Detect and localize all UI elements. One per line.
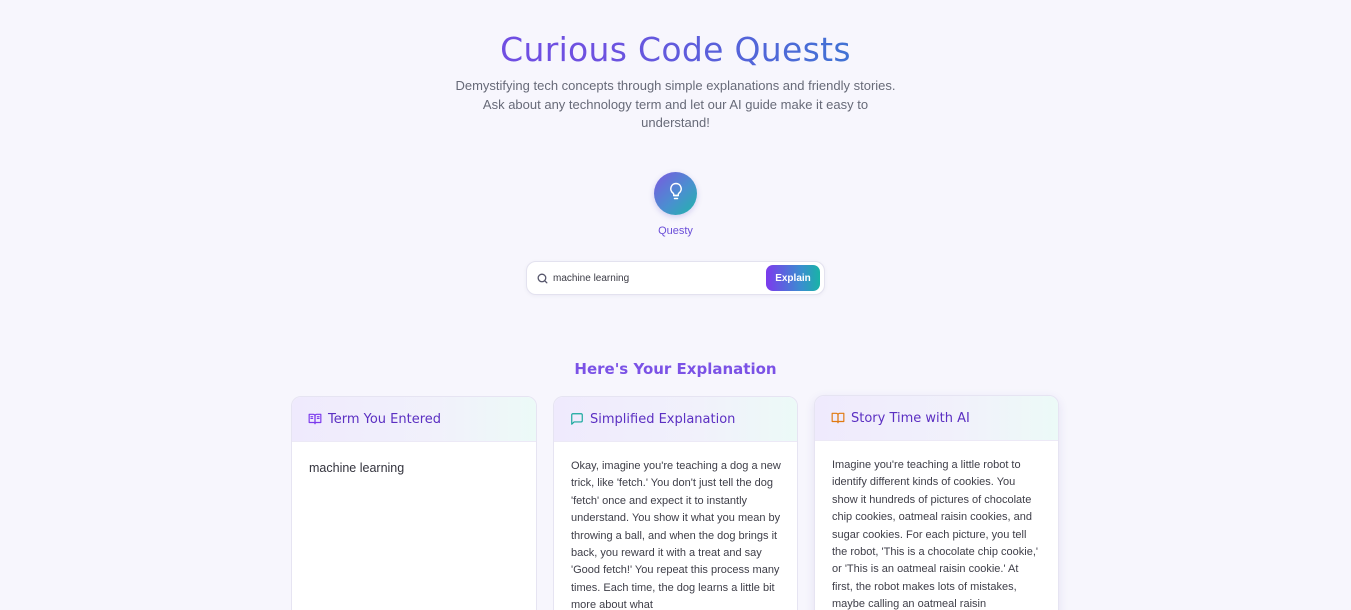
search-icon (536, 272, 549, 285)
book-open-icon (308, 412, 322, 426)
card-title: Term You Entered (328, 411, 442, 427)
term-card: Term You Entered machine learning (291, 396, 537, 610)
explain-button[interactable]: Explain (766, 265, 820, 291)
search-input[interactable] (553, 268, 759, 288)
message-square-icon (570, 412, 584, 426)
card-header: Story Time with AI (815, 396, 1058, 441)
card-header: Simplified Explanation (554, 397, 797, 442)
app-subtitle: Demystifying tech concepts through simpl… (455, 78, 896, 130)
search-bar: Explain (526, 261, 825, 295)
assistant-name: Questy (658, 225, 693, 237)
page: Curious Code Quests Demystifying tech co… (0, 0, 1351, 610)
app-title: Curious Code Quests (0, 30, 1351, 69)
lightbulb-icon (667, 182, 685, 205)
explanation-card: Simplified Explanation Okay, imagine you… (553, 396, 798, 610)
card-header: Term You Entered (292, 397, 536, 442)
questy-avatar (654, 172, 697, 215)
book-icon (831, 411, 845, 425)
story-text: Imagine you're teaching a little robot t… (832, 459, 1038, 610)
card-title: Story Time with AI (851, 410, 970, 426)
results-heading: Here's Your Explanation (574, 360, 777, 378)
story-card: Story Time with AI Imagine you're teachi… (814, 395, 1059, 610)
explanation-text: Okay, imagine you're teaching a dog a ne… (571, 460, 781, 610)
card-title: Simplified Explanation (590, 411, 736, 427)
entered-term: machine learning (309, 461, 405, 475)
